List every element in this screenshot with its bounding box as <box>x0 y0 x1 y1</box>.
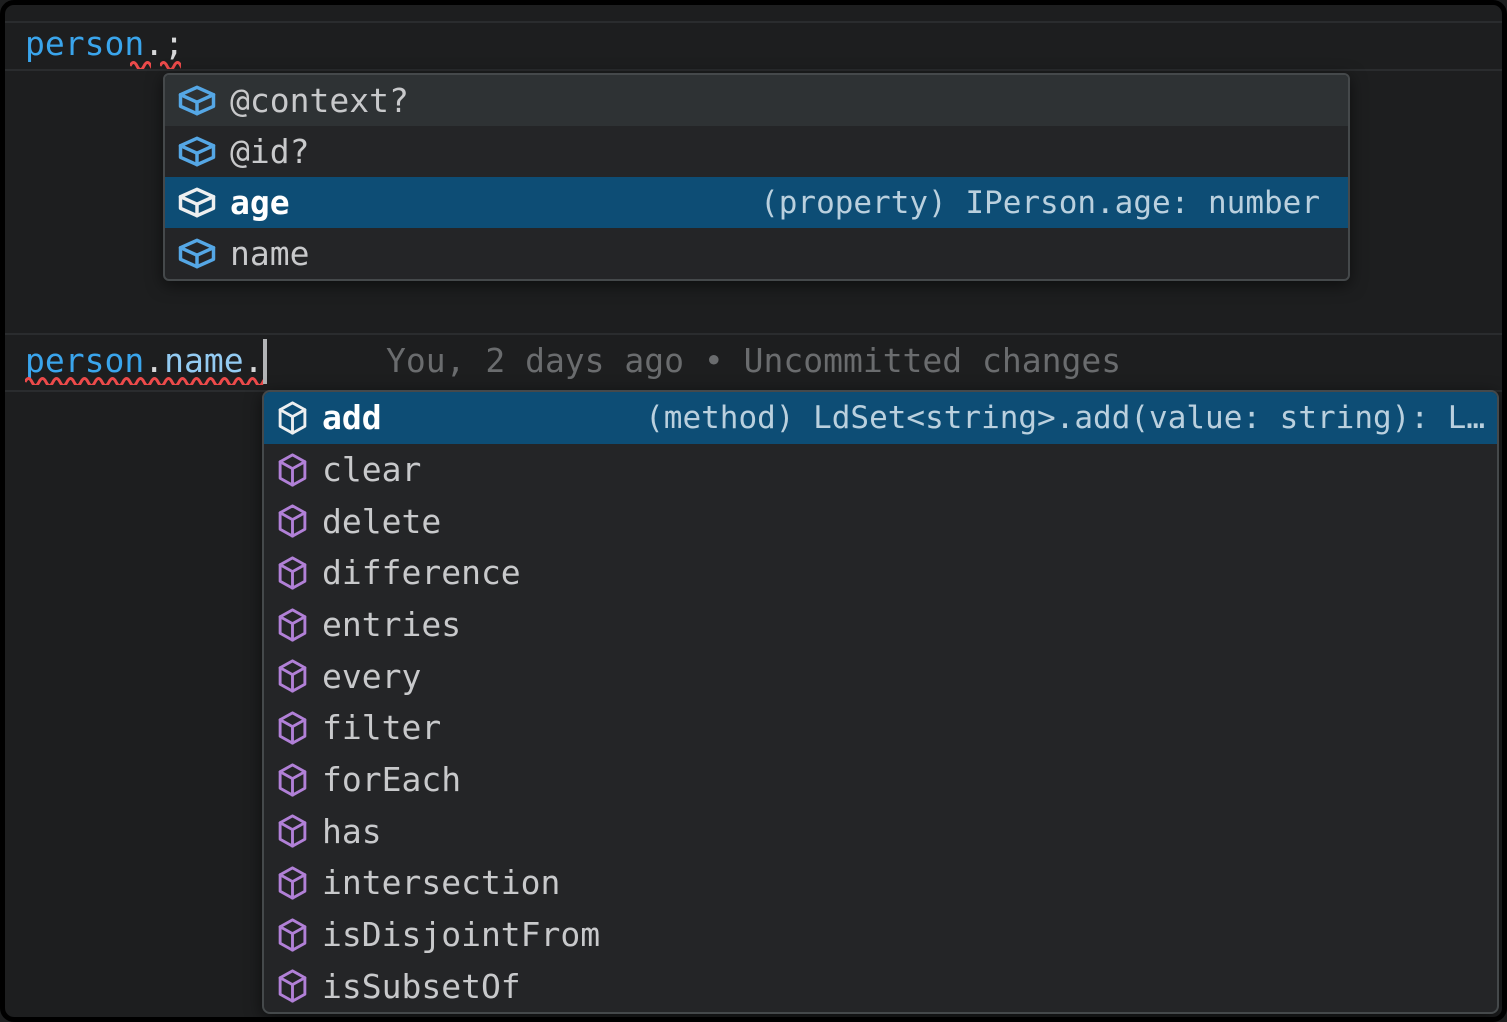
code-token-punctuation: ; <box>164 24 184 63</box>
current-line-highlight <box>0 21 1507 71</box>
suggest-item-id[interactable]: @id? <box>165 126 1348 177</box>
code-editor-surface[interactable]: person.; person.name. You, 2 days ago • … <box>0 0 1507 1022</box>
symbol-method-icon <box>276 657 309 695</box>
suggest-item-issubsetof[interactable]: isSubsetOf <box>264 960 1497 1012</box>
error-squiggle <box>25 375 267 385</box>
symbol-field-icon <box>177 186 217 219</box>
suggest-item-age[interactable]: age (property) IPerson.age: number <box>165 177 1348 228</box>
suggest-item-context[interactable]: @context? <box>165 75 1348 126</box>
suggest-item-label: age <box>230 183 290 222</box>
symbol-method-icon <box>276 451 309 489</box>
suggest-item-entries[interactable]: entries <box>264 599 1497 651</box>
code-token-variable: person <box>25 24 144 63</box>
suggest-item-name[interactable]: name <box>165 228 1348 279</box>
suggest-item-label: filter <box>322 708 441 747</box>
suggest-item-label: forEach <box>322 760 461 799</box>
error-squiggle <box>130 59 151 69</box>
symbol-field-icon <box>177 237 217 270</box>
suggest-widget-top: @context? @id? age (property) IPerson.ag… <box>163 73 1350 281</box>
suggest-item-label: clear <box>322 450 421 489</box>
suggest-item-label: has <box>322 812 382 851</box>
suggest-item-foreach[interactable]: forEach <box>264 754 1497 806</box>
suggest-item-filter[interactable]: filter <box>264 702 1497 754</box>
symbol-method-icon <box>276 709 309 747</box>
suggest-widget-bottom: add (method) LdSet<string>.add(value: st… <box>262 390 1499 1014</box>
text-caret <box>263 339 267 384</box>
suggest-item-every[interactable]: every <box>264 650 1497 702</box>
suggest-item-label: @id? <box>230 132 309 171</box>
suggest-item-difference[interactable]: difference <box>264 547 1497 599</box>
symbol-method-icon <box>276 502 309 540</box>
suggest-item-label: entries <box>322 605 461 644</box>
suggest-item-isdisjointfrom[interactable]: isDisjointFrom <box>264 909 1497 961</box>
suggest-item-label: isDisjointFrom <box>322 915 600 954</box>
suggest-item-clear[interactable]: clear <box>264 444 1497 496</box>
suggest-item-label: @context? <box>230 81 409 120</box>
error-squiggle <box>160 59 181 69</box>
suggest-item-detail: (property) IPerson.age: number <box>760 185 1320 221</box>
suggest-item-intersection[interactable]: intersection <box>264 857 1497 909</box>
symbol-method-icon <box>276 967 309 1005</box>
symbol-method-icon <box>276 812 309 850</box>
suggest-item-label: add <box>322 398 382 437</box>
symbol-method-icon <box>276 554 309 592</box>
git-blame-annotation: You, 2 days ago • Uncommitted changes <box>386 335 1121 386</box>
suggest-item-label: difference <box>322 553 521 592</box>
symbol-method-icon <box>276 606 309 644</box>
symbol-method-icon <box>276 761 309 799</box>
screenshot-root: person.; person.name. You, 2 days ago • … <box>0 0 1507 1022</box>
suggest-item-has[interactable]: has <box>264 805 1497 857</box>
suggest-item-label: name <box>230 234 309 273</box>
suggest-item-label: intersection <box>322 863 560 902</box>
suggest-item-label: every <box>322 657 421 696</box>
suggest-item-delete[interactable]: delete <box>264 495 1497 547</box>
suggest-item-add[interactable]: add (method) LdSet<string>.add(value: st… <box>264 392 1497 444</box>
suggest-item-label: isSubsetOf <box>322 967 521 1006</box>
suggest-item-detail: (method) LdSet<string>.add(value: string… <box>645 400 1485 436</box>
symbol-method-icon <box>276 864 309 902</box>
symbol-method-icon <box>276 399 309 437</box>
symbol-field-icon <box>177 84 217 117</box>
symbol-method-icon <box>276 916 309 954</box>
suggest-item-label: delete <box>322 502 441 541</box>
symbol-field-icon <box>177 135 217 168</box>
code-token-punctuation: . <box>144 24 164 63</box>
